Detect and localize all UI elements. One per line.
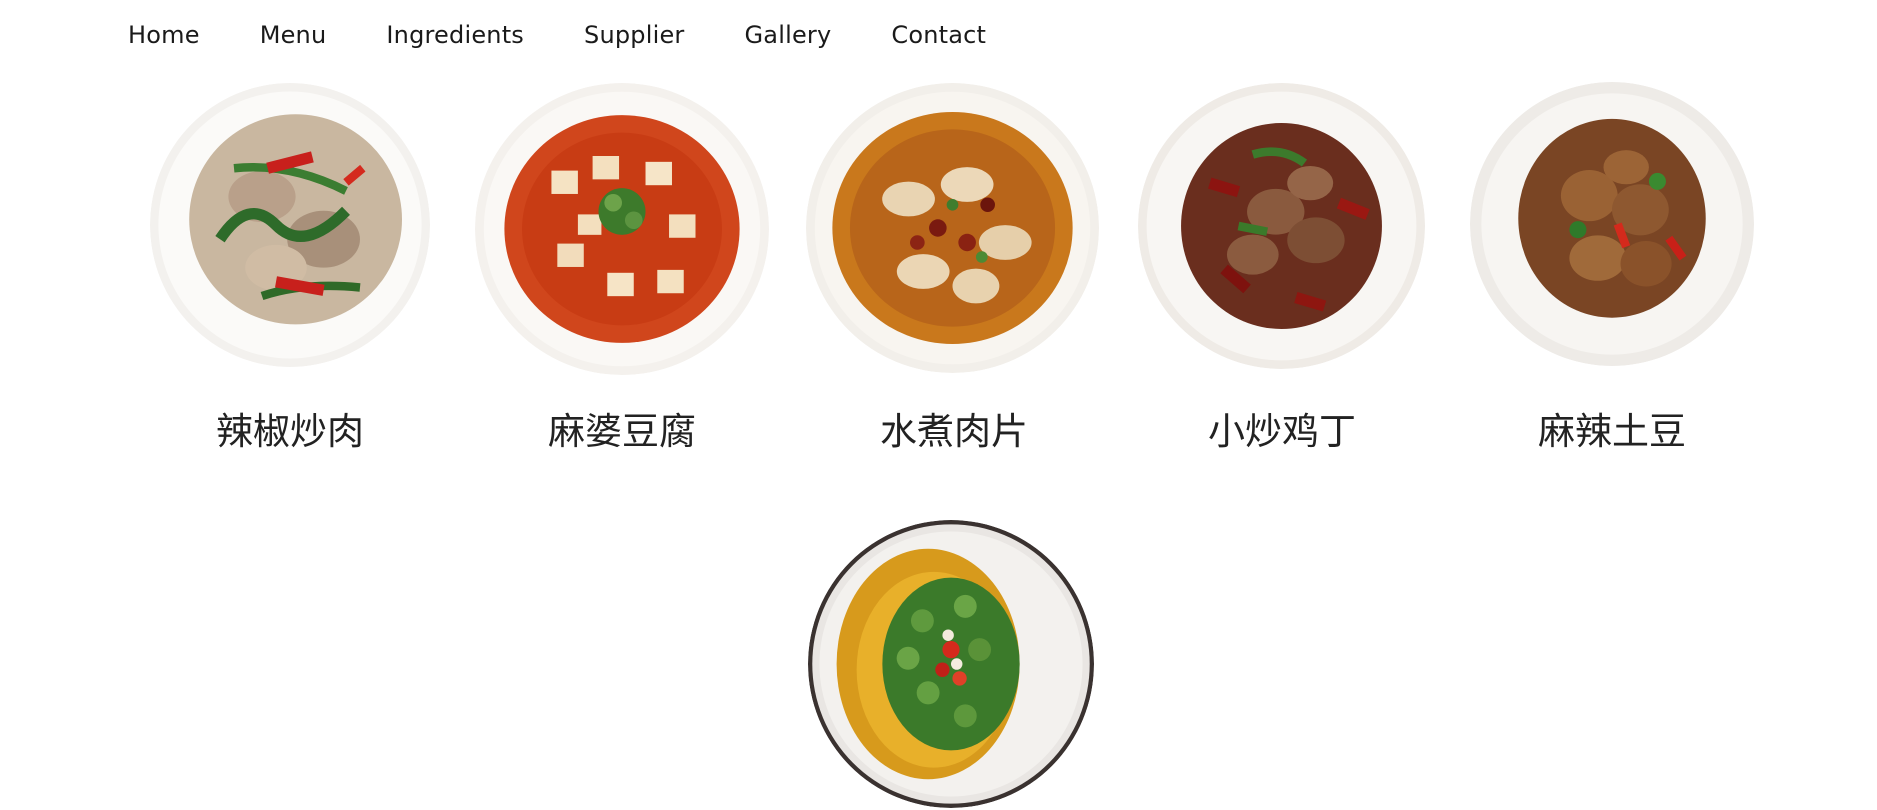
dish-name-2: 麻婆豆腐 [548, 410, 696, 453]
nav-contact[interactable]: Contact [891, 19, 986, 51]
nav-ingredients[interactable]: Ingredients [386, 19, 524, 51]
dish-image-2[interactable] [475, 83, 769, 375]
nav-supplier[interactable]: Supplier [584, 19, 684, 51]
dish-name-5: 麻辣土豆 [1538, 410, 1686, 453]
nav-menu[interactable]: Menu [260, 19, 327, 51]
nav-gallery[interactable]: Gallery [745, 19, 832, 51]
dish-image-3[interactable] [806, 83, 1099, 373]
dish-name-3: 水煮肉片 [880, 410, 1028, 453]
nav-home[interactable]: Home [128, 19, 200, 51]
dish-image-1[interactable] [150, 83, 430, 367]
dish-image-6[interactable] [808, 520, 1094, 808]
main-nav: Home Menu Ingredients Supplier Gallery C… [128, 19, 986, 51]
dish-image-4[interactable] [1138, 83, 1425, 369]
dish-name-4: 小炒鸡丁 [1208, 410, 1356, 453]
dish-name-1: 辣椒炒肉 [216, 410, 364, 453]
dish-image-5[interactable] [1470, 82, 1754, 366]
